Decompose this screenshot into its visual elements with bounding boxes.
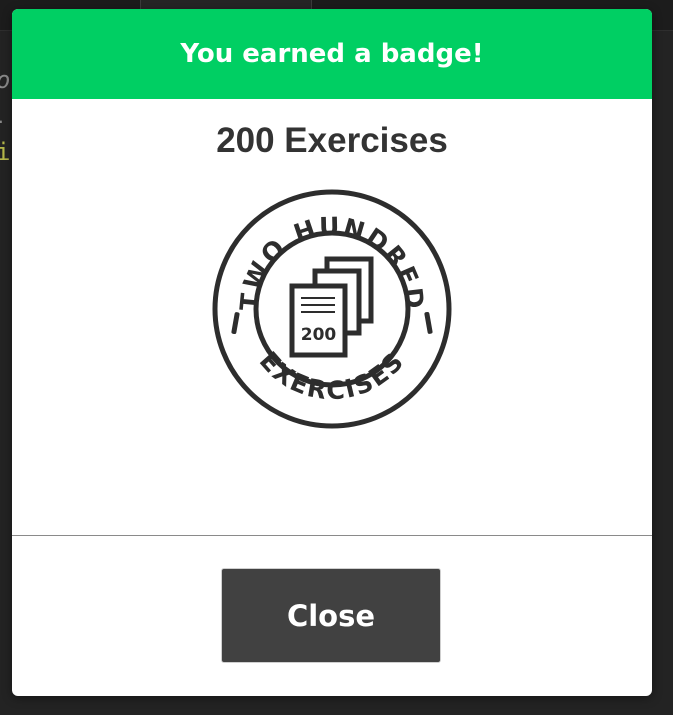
badge-graphic: TWO HUNDRED EXERCISES 200 — [212, 189, 452, 429]
close-button[interactable]: Close — [221, 568, 441, 663]
modal-divider — [12, 535, 652, 536]
badge-name: 200 Exercises — [216, 121, 448, 160]
modal-title: You earned a badge! — [180, 39, 484, 69]
modal-header: You earned a badge! — [12, 9, 652, 99]
badge-right-dash — [424, 311, 433, 334]
background-code-line: o — [0, 62, 10, 98]
badge-left-dash — [231, 312, 240, 335]
background-code-line: i — [0, 138, 11, 166]
badge-center-number: 200 — [301, 325, 337, 345]
badge-modal: You earned a badge! 200 Exercises TWO HU… — [12, 9, 652, 696]
background-code-line: . — [0, 100, 6, 136]
